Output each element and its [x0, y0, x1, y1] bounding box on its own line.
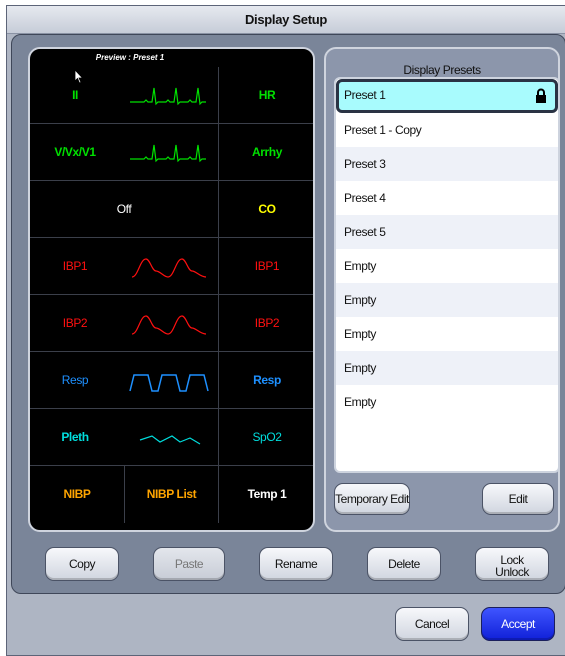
ecg-waveform-icon — [130, 144, 206, 163]
cancel-button[interactable]: Cancel — [395, 607, 469, 641]
preview-row-ibp2[interactable]: IBP2 IBP2 — [30, 295, 313, 352]
wave-label-v: V/Vx/V1 — [54, 145, 96, 159]
preview-panel: Preview : Preset 1 II HR V/Vx/V1 Arrhy O… — [28, 47, 315, 532]
list-item[interactable]: Empty — [336, 351, 558, 385]
param-label-hr: HR — [258, 88, 276, 102]
param-label-spo2: SpO2 — [252, 430, 282, 444]
delete-button[interactable]: Delete — [367, 547, 441, 581]
preview-row-pleth[interactable]: Pleth SpO2 — [30, 409, 313, 466]
preview-row-resp[interactable]: Resp Resp — [30, 352, 313, 409]
paste-button[interactable]: Paste — [153, 547, 225, 581]
wave-label-ibp2: IBP2 — [62, 316, 88, 330]
preview-row-ecg-v[interactable]: V/Vx/V1 Arrhy — [30, 124, 313, 181]
preset-list[interactable]: Preset 1 Preset 1 - Copy Preset 3 Preset… — [334, 77, 560, 473]
display-setup-window: Display Setup Preview : Preset 1 II HR V… — [6, 5, 565, 656]
param-label-nibp-list: NIBP List — [146, 487, 197, 501]
list-item[interactable]: Empty — [336, 317, 558, 351]
presets-title: Display Presets — [403, 63, 481, 77]
list-item[interactable]: Empty — [336, 249, 558, 283]
param-label-temp1: Temp 1 — [247, 487, 287, 501]
param-label-nibp: NIBP — [63, 487, 91, 501]
lock-icon — [536, 88, 546, 103]
ibp-waveform-icon — [131, 258, 207, 278]
accept-button[interactable]: Accept — [481, 607, 555, 641]
unlock-label: Unlock — [495, 565, 529, 579]
preview-title: Preview : Preset 1 — [95, 53, 165, 62]
list-item[interactable]: Preset 3 — [336, 147, 558, 181]
preview-row-off[interactable]: Off CO — [30, 181, 313, 238]
param-label-resp: Resp — [253, 373, 281, 387]
wave-label-ii: II — [72, 88, 78, 102]
display-presets-panel: Display Presets Preset 1 Preset 1 - Copy… — [324, 47, 560, 532]
param-label-arrhy: Arrhy — [251, 145, 282, 159]
ecg-waveform-icon — [130, 87, 206, 106]
resp-waveform-icon — [129, 374, 209, 392]
param-label-ibp2: IBP2 — [254, 316, 280, 330]
wave-label-ibp1: IBP1 — [62, 259, 88, 273]
main-panel: Preview : Preset 1 II HR V/Vx/V1 Arrhy O… — [11, 34, 565, 594]
window-title: Display Setup — [7, 6, 565, 34]
preset-item-label: Preset 1 — [344, 88, 386, 102]
rename-button[interactable]: Rename — [259, 547, 333, 581]
list-item[interactable]: Preset 1 - Copy — [336, 113, 558, 147]
wave-label-pleth: Pleth — [61, 430, 89, 444]
pleth-waveform-icon — [139, 435, 201, 445]
lock-unlock-button[interactable]: Lock Unlock — [475, 547, 549, 581]
preview-row-ecg-ii[interactable]: II HR — [30, 67, 313, 124]
preview-row-nibp[interactable]: NIBP NIBP List Temp 1 — [30, 466, 313, 523]
list-item[interactable]: Preset 5 — [336, 215, 558, 249]
preview-row-ibp1[interactable]: IBP1 IBP1 — [30, 238, 313, 295]
wave-label-off: Off — [116, 202, 132, 216]
wave-label-resp: Resp — [61, 373, 89, 387]
list-item[interactable]: Preset 4 — [336, 181, 558, 215]
edit-button[interactable]: Edit — [482, 483, 554, 515]
temporary-edit-button[interactable]: Temporary Edit — [334, 483, 410, 515]
preset-item-selected[interactable]: Preset 1 — [336, 79, 558, 113]
copy-button[interactable]: Copy — [45, 547, 119, 581]
ibp-waveform-icon — [131, 315, 207, 335]
param-label-ibp1: IBP1 — [254, 259, 280, 273]
list-item[interactable]: Empty — [336, 385, 558, 419]
param-label-co: CO — [258, 202, 276, 216]
list-item[interactable]: Empty — [336, 283, 558, 317]
